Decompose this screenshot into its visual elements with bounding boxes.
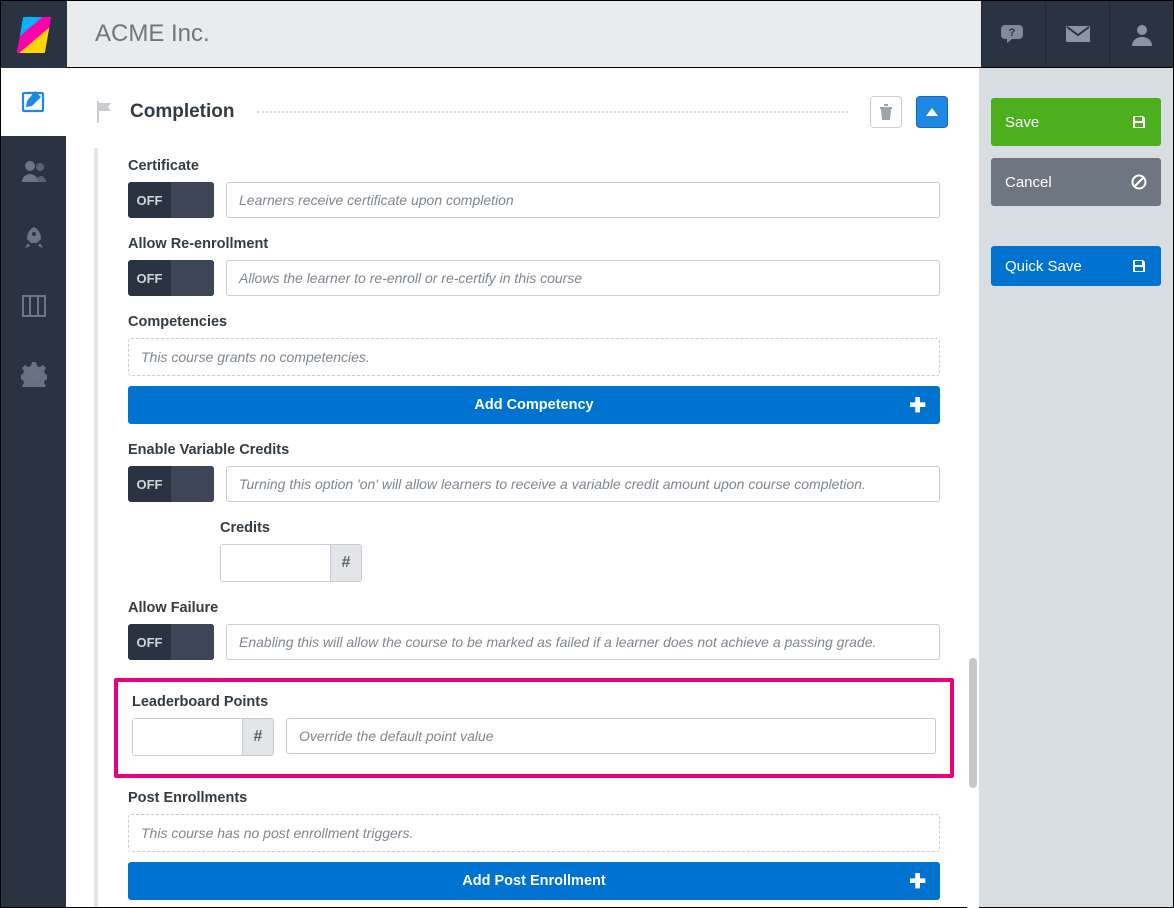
user-icon bbox=[1130, 22, 1154, 46]
credits-input-wrap bbox=[220, 544, 330, 582]
users-icon bbox=[20, 158, 48, 182]
certificate-desc: Learners receive certificate upon comple… bbox=[226, 182, 940, 218]
trash-icon bbox=[879, 104, 893, 120]
leaderboard-desc: Override the default point value bbox=[286, 718, 936, 754]
main-panel: Completion Certificate OFF Learners rece… bbox=[66, 68, 979, 908]
certificate-toggle[interactable]: OFF bbox=[128, 182, 214, 218]
reenroll-desc: Allows the learner to re-enroll or re-ce… bbox=[226, 260, 940, 296]
plus-icon: ✚ bbox=[909, 393, 926, 418]
gear-icon bbox=[21, 361, 47, 387]
quick-save-button[interactable]: Quick Save bbox=[991, 246, 1161, 286]
quick-save-label: Quick Save bbox=[1005, 258, 1082, 275]
field-varcredits: Enable Variable Credits OFF Turning this… bbox=[128, 442, 940, 502]
toggle-text: OFF bbox=[128, 635, 171, 650]
field-postenroll: Post Enrollments This course has no post… bbox=[128, 790, 940, 900]
section-content: Certificate OFF Learners receive certifi… bbox=[94, 148, 970, 908]
toggle-knob bbox=[171, 466, 214, 502]
postenroll-empty: This course has no post enrollment trigg… bbox=[128, 814, 940, 852]
save-label: Save bbox=[1005, 114, 1039, 131]
certificate-label: Certificate bbox=[128, 158, 940, 174]
add-competency-label: Add Competency bbox=[474, 397, 593, 413]
logo-mark-icon bbox=[17, 17, 51, 53]
toggle-knob bbox=[171, 182, 214, 218]
varcredits-desc: Turning this option 'on' will allow lear… bbox=[226, 466, 940, 502]
toggle-knob bbox=[171, 260, 214, 296]
toggle-knob bbox=[171, 624, 214, 660]
cancel-icon bbox=[1131, 174, 1147, 190]
competencies-label: Competencies bbox=[128, 314, 940, 330]
field-leaderboard: Leaderboard Points # Override the defaul… bbox=[132, 694, 936, 756]
allowfail-label: Allow Failure bbox=[128, 600, 940, 616]
section-title: Completion bbox=[130, 101, 235, 123]
mail-icon bbox=[1065, 25, 1091, 43]
reenroll-label: Allow Re-enrollment bbox=[128, 236, 940, 252]
reenroll-toggle[interactable]: OFF bbox=[128, 260, 214, 296]
competencies-empty: This course grants no competencies. bbox=[128, 338, 940, 376]
toggle-text: OFF bbox=[128, 477, 171, 492]
credits-input[interactable] bbox=[221, 545, 330, 581]
logo[interactable] bbox=[1, 1, 67, 69]
field-certificate: Certificate OFF Learners receive certifi… bbox=[128, 158, 940, 218]
rail-edit[interactable] bbox=[1, 68, 66, 136]
collapse-button[interactable] bbox=[916, 96, 948, 128]
field-credits: Credits # bbox=[220, 520, 940, 582]
user-button[interactable] bbox=[1109, 1, 1173, 67]
field-reenroll: Allow Re-enrollment OFF Allows the learn… bbox=[128, 236, 940, 296]
quick-save-icon bbox=[1131, 258, 1147, 274]
plus-icon: ✚ bbox=[909, 869, 926, 894]
field-allowfail: Allow Failure OFF Enabling this will all… bbox=[128, 600, 940, 660]
company-name: ACME Inc. bbox=[67, 1, 871, 67]
leaderboard-label: Leaderboard Points bbox=[132, 694, 936, 710]
varcredits-toggle[interactable]: OFF bbox=[128, 466, 214, 502]
rail-users[interactable] bbox=[1, 136, 66, 204]
caret-up-icon bbox=[926, 108, 938, 116]
save-icon bbox=[1131, 114, 1147, 130]
rail-settings[interactable] bbox=[1, 340, 66, 408]
scrollbar-track[interactable] bbox=[967, 68, 979, 908]
add-postenroll-button[interactable]: Add Post Enrollment ✚ bbox=[128, 862, 940, 900]
postenroll-label: Post Enrollments bbox=[128, 790, 940, 806]
section-divider bbox=[257, 111, 849, 113]
allowfail-toggle[interactable]: OFF bbox=[128, 624, 214, 660]
add-postenroll-label: Add Post Enrollment bbox=[462, 873, 605, 889]
cancel-button[interactable]: Cancel bbox=[991, 158, 1161, 206]
leaderboard-suffix: # bbox=[242, 718, 274, 756]
leaderboard-highlight: Leaderboard Points # Override the defaul… bbox=[114, 678, 954, 778]
save-button[interactable]: Save bbox=[991, 98, 1161, 146]
table-icon bbox=[22, 295, 46, 317]
svg-text:?: ? bbox=[1008, 27, 1015, 39]
varcredits-label: Enable Variable Credits bbox=[128, 442, 940, 458]
allowfail-desc: Enabling this will allow the course to b… bbox=[226, 624, 940, 660]
delete-button[interactable] bbox=[870, 96, 902, 128]
field-competencies: Competencies This course grants no compe… bbox=[128, 314, 940, 424]
top-right-icons: ? bbox=[981, 1, 1173, 67]
flag-icon bbox=[94, 101, 116, 123]
scrollbar-thumb[interactable] bbox=[969, 658, 977, 788]
section-header: Completion bbox=[66, 68, 978, 136]
edit-page-icon bbox=[20, 88, 48, 116]
rail-launch[interactable] bbox=[1, 204, 66, 272]
credits-label: Credits bbox=[220, 520, 940, 536]
side-panel: Save Cancel Quick Save bbox=[979, 68, 1174, 908]
toggle-text: OFF bbox=[128, 271, 171, 286]
credits-suffix: # bbox=[330, 544, 362, 582]
rocket-icon bbox=[21, 225, 47, 251]
cancel-label: Cancel bbox=[1005, 174, 1052, 191]
rail-table[interactable] bbox=[1, 272, 66, 340]
add-competency-button[interactable]: Add Competency ✚ bbox=[128, 386, 940, 424]
toggle-text: OFF bbox=[128, 193, 171, 208]
top-nav: ACME Inc. ? bbox=[0, 0, 1174, 68]
left-rail bbox=[0, 68, 66, 908]
help-icon: ? bbox=[1001, 23, 1027, 45]
leaderboard-input[interactable] bbox=[133, 719, 242, 755]
mail-button[interactable] bbox=[1045, 1, 1109, 67]
header-blank bbox=[871, 1, 981, 67]
leaderboard-input-wrap bbox=[132, 718, 242, 756]
help-button[interactable]: ? bbox=[981, 1, 1045, 67]
